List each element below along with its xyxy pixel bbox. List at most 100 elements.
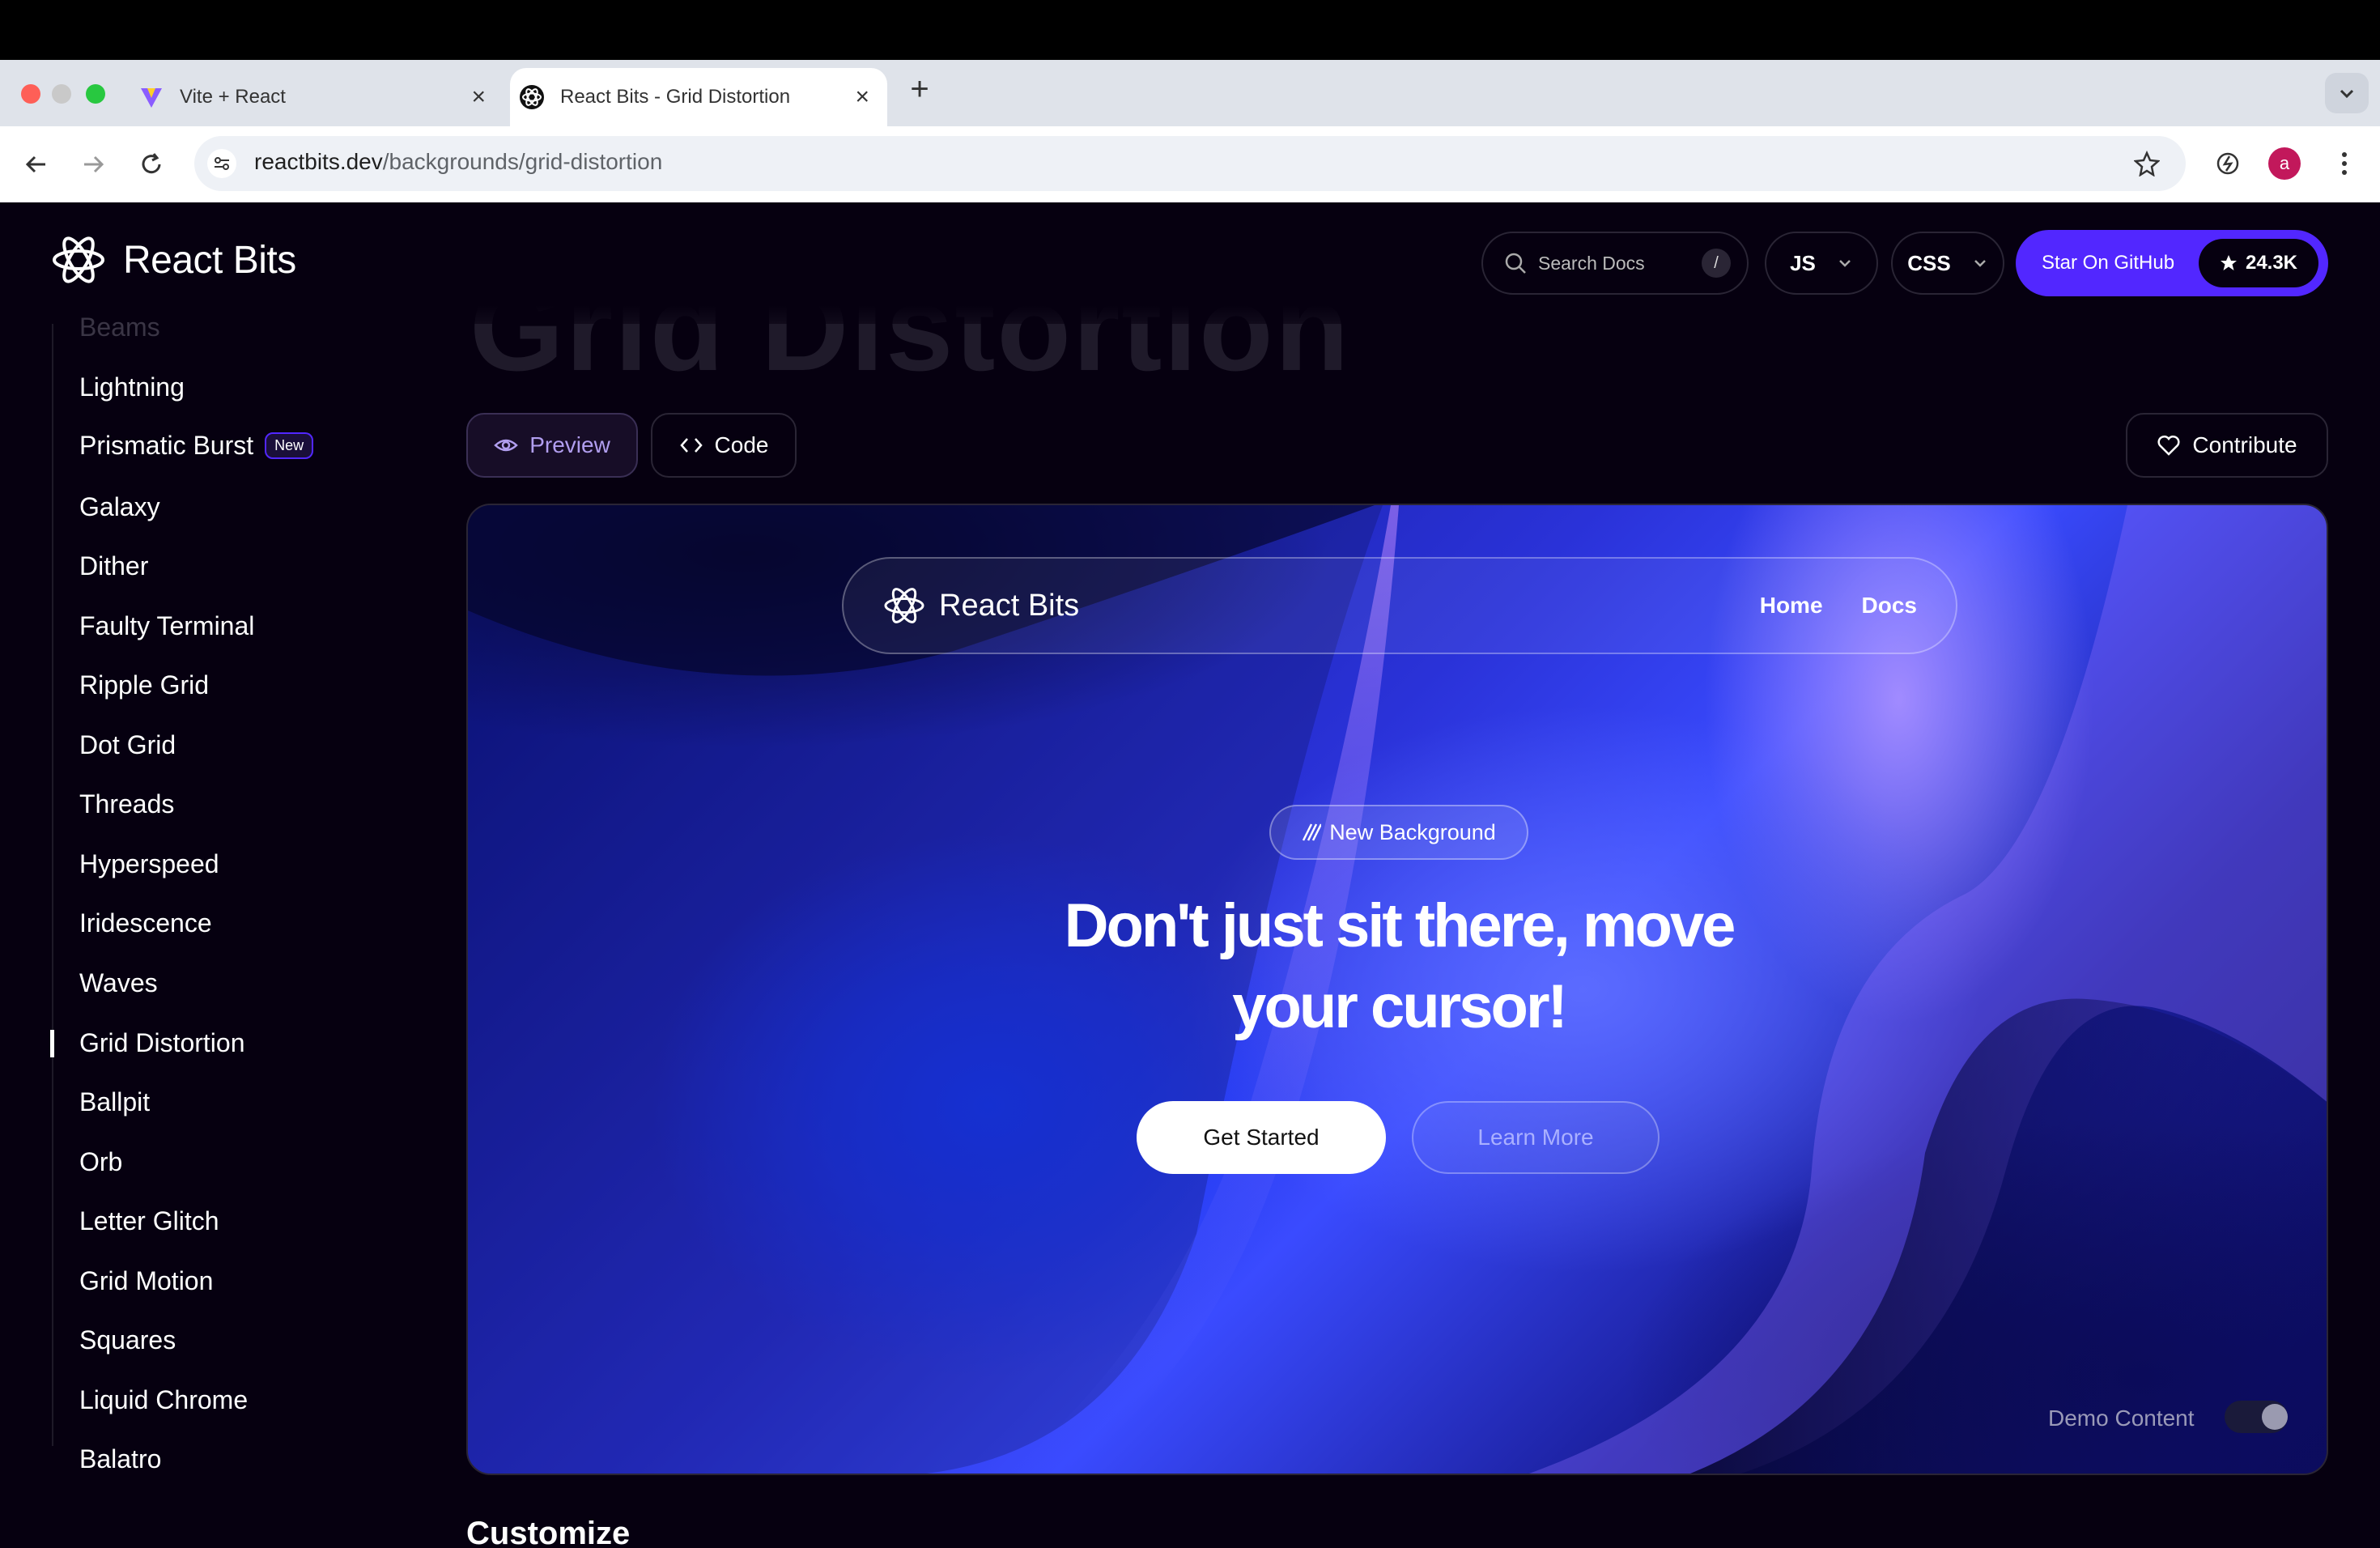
sidebar-item-prismatic-burst[interactable]: Prismatic Burst New [79, 431, 314, 461]
sidebar-item-galaxy[interactable]: Galaxy [79, 492, 160, 522]
toggle-knob [2262, 1404, 2288, 1430]
chevron-down-icon [1974, 260, 1986, 267]
sidebar-item-label: Dither [79, 551, 149, 580]
sidebar-item-beams[interactable]: Beams [79, 313, 160, 342]
get-started-button[interactable]: Get Started [1137, 1101, 1386, 1174]
star-count-badge: 24.3K [2199, 239, 2318, 287]
tab-title: Vite + React [180, 86, 286, 108]
sidebar-item-lightning[interactable]: Lightning [79, 372, 185, 402]
star-on-github-button[interactable]: Star On GitHub 24.3K [2016, 230, 2328, 296]
sidebar-item-squares[interactable]: Squares [79, 1325, 176, 1355]
sidebar-item-faulty-terminal[interactable]: Faulty Terminal [79, 611, 254, 641]
react-bits-icon [518, 83, 546, 111]
new-background-badge: New Background [1269, 805, 1528, 860]
url-host: reactbits.dev [254, 149, 383, 174]
sidebar-item-label: Dot Grid [79, 730, 176, 759]
sidebar-item-label: Lightning [79, 372, 185, 402]
contribute-button[interactable]: Contribute [2126, 413, 2328, 478]
browser-tab-vite[interactable]: Vite + React × [130, 68, 504, 126]
sidebar-item-liquid-chrome[interactable]: Liquid Chrome [79, 1385, 248, 1415]
sidebar-item-letter-glitch[interactable]: Letter Glitch [79, 1206, 219, 1236]
react-bits-logo-icon [53, 236, 104, 283]
sidebar-item-ripple-grid[interactable]: Ripple Grid [79, 670, 209, 700]
code-icon [679, 438, 703, 453]
site-info-icon[interactable] [207, 149, 236, 178]
demo-preview[interactable]: React Bits Home Docs New Background Don'… [466, 504, 2328, 1475]
sidebar-item-grid-motion[interactable]: Grid Motion [79, 1266, 213, 1296]
tab-preview[interactable]: Preview [466, 413, 638, 478]
contribute-label: Contribute [2192, 432, 2297, 457]
browser-tab-react-bits[interactable]: React Bits - Grid Distortion × [510, 68, 887, 126]
demo-nav-home[interactable]: Home [1760, 593, 1823, 619]
site-header: React Bits Search Docs / JS CSS Star On … [0, 202, 2380, 324]
arrow-right-icon [84, 155, 104, 173]
extension-icon[interactable] [2210, 146, 2246, 181]
sidebar-item-grid-distortion[interactable]: Grid Distortion [79, 1028, 245, 1058]
sidebar-item-label: Prismatic Burst [79, 431, 254, 460]
sidebar-item-threads[interactable]: Threads [79, 789, 174, 819]
back-button[interactable] [16, 144, 57, 185]
search-docs-button[interactable]: Search Docs / [1481, 232, 1749, 295]
profile-avatar[interactable]: a [2268, 147, 2301, 180]
window-close-button[interactable] [21, 84, 40, 104]
tab-title: React Bits - Grid Distortion [560, 86, 791, 108]
language-select[interactable]: JS [1765, 232, 1878, 295]
star-label: Star On GitHub [2042, 252, 2175, 274]
arrow-left-icon [25, 155, 45, 173]
star-count: 24.3K [2245, 252, 2298, 274]
chevron-down-icon [2340, 89, 2354, 99]
chevron-down-icon [1839, 260, 1851, 267]
demo-brand-name: React Bits [939, 588, 1080, 623]
vite-icon [138, 83, 165, 111]
learn-more-button[interactable]: Learn More [1412, 1101, 1660, 1174]
sidebar-item-ballpit[interactable]: Ballpit [79, 1087, 150, 1117]
style-select-value: CSS [1907, 250, 1951, 275]
bookmark-star-icon[interactable] [2129, 146, 2165, 181]
demo-headline: Don't just sit there, move your cursor! [921, 886, 1876, 1048]
sidebar-item-iridescence[interactable]: Iridescence [79, 908, 212, 938]
sidebar-item-dither[interactable]: Dither [79, 551, 148, 581]
sidebar-item-dot-grid[interactable]: Dot Grid [79, 730, 176, 760]
window-zoom-button[interactable] [86, 84, 105, 104]
react-bits-logo-icon [884, 588, 924, 623]
sidebar-item-label: Threads [79, 789, 175, 819]
badge-label: New Background [1329, 819, 1496, 844]
sidebar-rail [52, 324, 53, 1446]
sidebar-item-label: Grid Motion [79, 1266, 214, 1295]
headline-line-2: your cursor! [1232, 972, 1568, 1041]
reload-button[interactable] [131, 144, 172, 185]
search-shortcut: / [1702, 249, 1731, 278]
search-icon [1505, 253, 1526, 274]
demo-nav-docs[interactable]: Docs [1862, 593, 1917, 619]
sidebar-item-hyperspeed[interactable]: Hyperspeed [79, 849, 219, 879]
forward-button[interactable] [73, 144, 113, 185]
tab-search-button[interactable] [2325, 73, 2369, 113]
sidebar-item-orb[interactable]: Orb [79, 1147, 122, 1177]
tab-code[interactable]: Code [651, 413, 797, 478]
sidebar-item-label: Letter Glitch [79, 1206, 219, 1235]
tab-preview-label: Preview [529, 432, 610, 457]
sidebar-item-label: Squares [79, 1325, 176, 1354]
screen-top-bar [0, 0, 2380, 60]
menu-kebab-icon[interactable] [2328, 146, 2361, 181]
tab-code-label: Code [714, 432, 769, 457]
style-select[interactable]: CSS [1891, 232, 2004, 295]
url-text[interactable]: reactbits.dev/backgrounds/grid-distortio… [254, 149, 662, 175]
sidebar-item-label: Iridescence [79, 908, 212, 938]
sidebar-item-label: Galaxy [79, 492, 160, 521]
heart-icon [2157, 435, 2180, 456]
close-icon[interactable]: × [855, 85, 869, 109]
window-minimize-button[interactable] [52, 84, 71, 104]
sidebar-item-label: Faulty Terminal [79, 611, 255, 640]
demo-brand[interactable]: React Bits [882, 584, 1760, 627]
sidebar-item-balatro[interactable]: Balatro [79, 1444, 161, 1474]
sidebar-active-indicator [50, 1030, 54, 1057]
web-page: Grid Distortion React Bits Search Docs /… [0, 202, 2380, 1548]
sidebar-item-label: Hyperspeed [79, 849, 219, 878]
new-tab-button[interactable]: + [903, 73, 936, 105]
sidebar-item-waves[interactable]: Waves [79, 968, 158, 998]
sidebar-item-label: Ripple Grid [79, 670, 210, 700]
brand-logo[interactable]: React Bits [50, 232, 296, 288]
close-icon[interactable]: × [471, 85, 486, 109]
customize-heading: Customize [466, 1516, 631, 1548]
